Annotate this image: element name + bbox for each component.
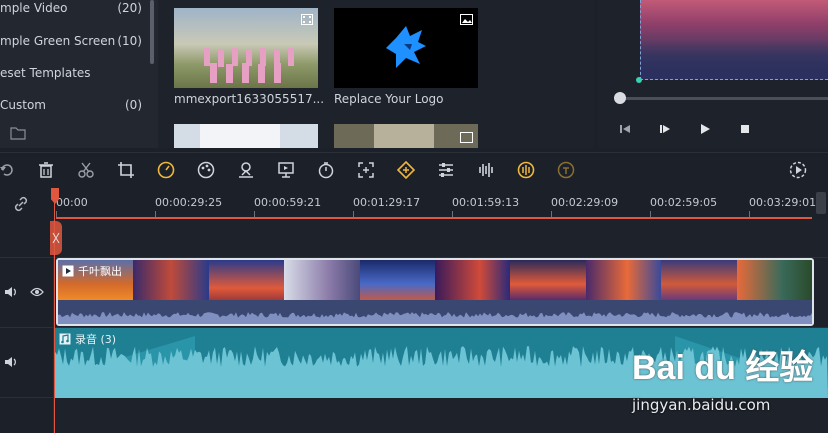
- baidu-watermark: Bai du 经验 jingyan.baidu.com: [632, 340, 822, 420]
- image-icon: [460, 132, 473, 143]
- sidebar-item-label: Custom: [0, 98, 46, 112]
- video-icon: [301, 14, 313, 25]
- logo-placeholder-thumbnail: [386, 26, 426, 68]
- dancers-thumbnail: [204, 48, 294, 83]
- sidebar-item-count: (0): [125, 98, 142, 112]
- new-folder-icon[interactable]: [10, 126, 26, 140]
- sidebar-item-label: eset Templates: [0, 66, 91, 80]
- playhead-split-marker[interactable]: [50, 221, 62, 255]
- image-icon: [460, 14, 473, 25]
- sidebar-item-label: mple Green Screen: [0, 34, 116, 48]
- sidebar-item-count: (20): [117, 1, 142, 15]
- prev-frame-icon[interactable]: [618, 122, 632, 136]
- media-card-video[interactable]: [174, 8, 318, 88]
- media-card-logo[interactable]: [334, 8, 478, 88]
- video-clip-waveform: [58, 300, 812, 324]
- track-header-empty: [0, 220, 54, 258]
- ruler-tick-label: 00:01:59:13: [452, 196, 520, 209]
- play-icon[interactable]: [698, 122, 712, 136]
- render-icon[interactable]: [789, 161, 807, 179]
- media-card[interactable]: [174, 124, 318, 148]
- track-header-empty: [0, 398, 54, 433]
- ruler-tick-label: 00:02:29:09: [551, 196, 619, 209]
- sidebar-item-custom[interactable]: Custom (0): [0, 91, 150, 119]
- library-sidebar: mple Video (20) mple Green Screen (10) e…: [0, 0, 158, 148]
- editor-window: mple Video (20) mple Green Screen (10) e…: [0, 0, 828, 433]
- audio-clip-title: 录音 (3): [59, 331, 116, 347]
- sidebar-item-preset-templates[interactable]: eset Templates: [0, 59, 150, 87]
- keyframe-icon[interactable]: [397, 161, 415, 179]
- video-clip-icon: [62, 265, 74, 277]
- play-pause-icon[interactable]: [658, 122, 672, 136]
- crop-icon[interactable]: [117, 161, 135, 179]
- ruler-tick-label: 00:00: [56, 196, 88, 209]
- ruler-tick-label: 00:00:29:25: [155, 196, 223, 209]
- ruler-scroll-handle[interactable]: [816, 192, 826, 214]
- media-card[interactable]: [334, 124, 478, 148]
- video-clip-title: 千叶飘出: [62, 263, 122, 279]
- speaker-icon[interactable]: [4, 286, 18, 298]
- track-header-audio: [0, 328, 54, 398]
- audio-mixer-icon[interactable]: [477, 161, 495, 179]
- speech-icon[interactable]: [557, 161, 575, 179]
- playback-scrubber[interactable]: [614, 92, 828, 104]
- music-note-icon: [59, 333, 71, 345]
- media-card-label: Replace Your Logo: [334, 92, 444, 106]
- ruler-tick-label: 00:02:59:05: [650, 196, 718, 209]
- speaker-icon[interactable]: [4, 356, 18, 368]
- preview-panel: [598, 0, 828, 148]
- timeline-toolbar: [0, 152, 828, 188]
- sidebar-scrollbar[interactable]: [150, 0, 154, 64]
- watermark-url: jingyan.baidu.com: [632, 396, 771, 414]
- stop-icon[interactable]: [738, 122, 752, 136]
- voiceover-icon[interactable]: [517, 161, 535, 179]
- sidebar-item-count: (10): [117, 34, 142, 48]
- duration-icon[interactable]: [317, 161, 335, 179]
- eye-icon[interactable]: [30, 287, 44, 297]
- ruler-progress-line: [56, 217, 812, 219]
- ruler-tick-label: 00:03:29:01: [749, 196, 817, 209]
- link-icon[interactable]: [13, 196, 29, 212]
- audio-clip-title-text: 录音 (3): [75, 333, 117, 346]
- preview-video: [640, 0, 828, 80]
- green-screen-icon[interactable]: [237, 161, 255, 179]
- undo-icon[interactable]: [0, 161, 16, 179]
- watermark-logo: Bai du 经验: [632, 349, 814, 387]
- media-panel: mmexport1633055517... Replace Your Logo: [158, 0, 748, 148]
- selection-handle[interactable]: [636, 77, 642, 83]
- track-header-video: [0, 258, 54, 328]
- video-clip-title-text: 千叶飘出: [78, 265, 122, 278]
- scrubber-knob[interactable]: [614, 92, 626, 104]
- delete-icon[interactable]: [37, 161, 55, 179]
- speed-icon[interactable]: [157, 161, 175, 179]
- cut-icon[interactable]: [77, 161, 95, 179]
- video-clip-thumbnails: [58, 260, 812, 300]
- sidebar-item-label: mple Video: [0, 1, 68, 15]
- timeline-ruler[interactable]: 00:00 00:00:29:25 00:00:59:21 00:01:29:17 00…: [0, 188, 828, 220]
- ruler-tick-label: 00:00:59:21: [254, 196, 322, 209]
- video-clip[interactable]: 千叶飘出: [56, 258, 814, 326]
- ruler-tick-label: 00:01:29:17: [353, 196, 421, 209]
- media-card-label: mmexport1633055517...: [174, 92, 325, 106]
- adjust-icon[interactable]: [437, 161, 455, 179]
- color-icon[interactable]: [197, 161, 215, 179]
- fit-icon[interactable]: [357, 161, 375, 179]
- motion-icon[interactable]: [277, 161, 295, 179]
- sidebar-item-sample-green-screen[interactable]: mple Green Screen (10): [0, 27, 150, 55]
- sidebar-item-sample-video[interactable]: mple Video (20): [0, 0, 150, 22]
